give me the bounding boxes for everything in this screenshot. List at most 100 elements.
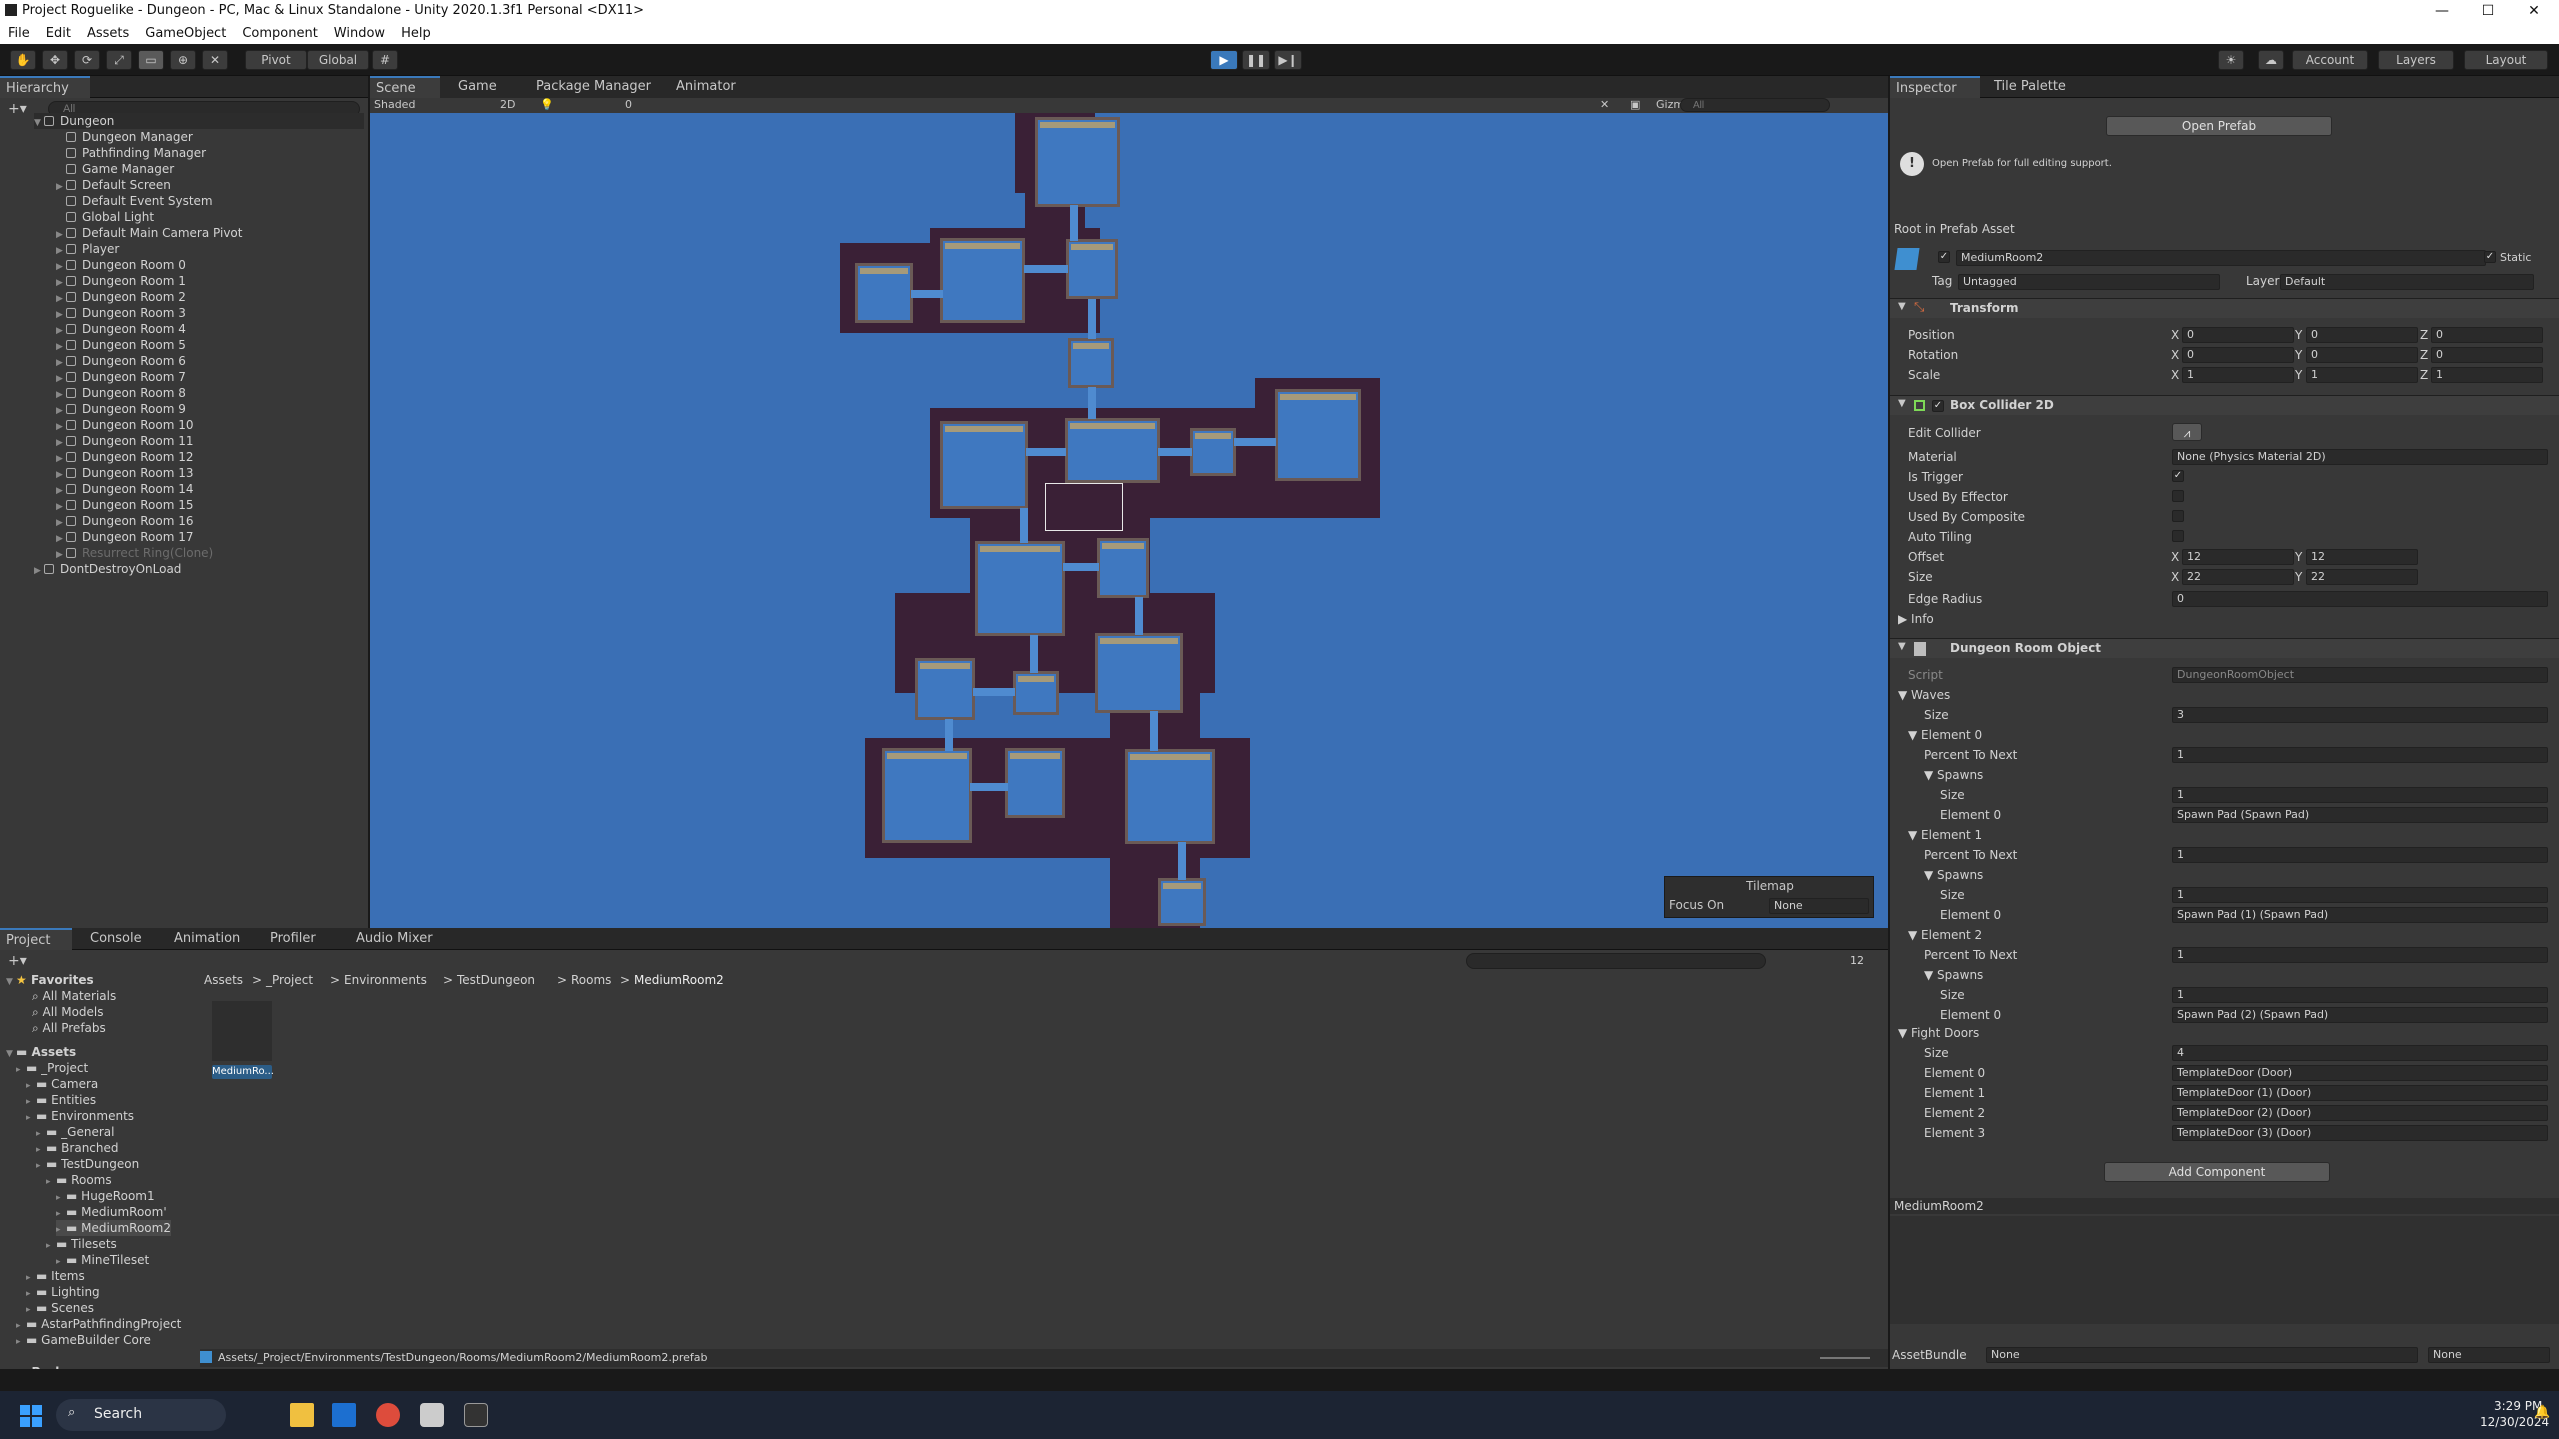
box-collider-header[interactable]: ▼ ✓ Box Collider 2D: [1890, 395, 2559, 415]
windows-start-icon[interactable]: [20, 1405, 42, 1427]
hierarchy-item[interactable]: ▶ Default Main Camera Pivot: [56, 225, 242, 241]
hierarchy-item[interactable]: ▶ Dungeon Room 0: [56, 257, 186, 273]
scene-root-dontdestroy[interactable]: ▶ DontDestroyOnLoad: [34, 561, 181, 577]
collab-icon[interactable]: ☀: [2218, 50, 2244, 70]
hierarchy-item[interactable]: ▶ Dungeon Room 15: [56, 497, 193, 513]
project-folder[interactable]: ▸ ▬ MineTileset: [56, 1252, 149, 1268]
scene-root-dungeon[interactable]: ▼ Dungeon: [34, 113, 364, 129]
tab-animation[interactable]: Animation: [168, 928, 246, 950]
menu-gameobject[interactable]: GameObject: [145, 26, 226, 41]
project-folder[interactable]: ▸ ▬ Branched: [36, 1140, 119, 1156]
add-component-button[interactable]: Add Component: [2104, 1162, 2330, 1182]
assetbundle-dropdown[interactable]: None: [1986, 1347, 2418, 1363]
move-tool-icon[interactable]: ✥: [42, 50, 68, 70]
unity-editor-icon[interactable]: [464, 1403, 488, 1427]
spawns-size-field[interactable]: 1: [2172, 787, 2548, 803]
dungeon-room-object-header[interactable]: ▼ Dungeon Room Object: [1890, 638, 2559, 658]
menu-component[interactable]: Component: [242, 26, 317, 41]
hierarchy-item[interactable]: ▶ Dungeon Room 9: [56, 401, 186, 417]
hierarchy-item[interactable]: ▶ Dungeon Room 3: [56, 305, 186, 321]
hierarchy-item[interactable]: ▶ Dungeon Room 17: [56, 529, 193, 545]
edit-collider-button[interactable]: ⩘: [2172, 423, 2202, 441]
asset-label[interactable]: MediumRo...: [212, 1065, 274, 1079]
scale-z-field[interactable]: 1: [2431, 367, 2543, 383]
hierarchy-item[interactable]: ▶ Dungeon Room 10: [56, 417, 193, 433]
scale-y-field[interactable]: 1: [2306, 367, 2418, 383]
crumb-rooms[interactable]: Rooms: [571, 973, 611, 987]
hierarchy-item[interactable]: ▶ Resurrect Ring(Clone): [56, 545, 213, 561]
door-element-field[interactable]: TemplateDoor (1) (Door): [2172, 1085, 2548, 1101]
menu-window[interactable]: Window: [334, 26, 385, 41]
project-folder[interactable]: ▸ ▬ Scenes: [26, 1300, 94, 1316]
crumb-project[interactable]: _Project: [266, 973, 313, 987]
spawns-size-field[interactable]: 1: [2172, 887, 2548, 903]
used-by-effector-checkbox[interactable]: [2172, 490, 2184, 502]
project-folder[interactable]: ▸ ▬ TestDungeon: [36, 1156, 139, 1172]
size-x-field[interactable]: 22: [2182, 569, 2294, 585]
account-dropdown[interactable]: Account: [2292, 50, 2368, 70]
add-icon[interactable]: +▾: [8, 101, 27, 117]
project-folder[interactable]: ▸ ▬ MediumRoom2: [56, 1220, 171, 1236]
hierarchy-item[interactable]: ▶ Dungeon Room 11: [56, 433, 193, 449]
auto-tiling-checkbox[interactable]: [2172, 530, 2184, 542]
spawn-element-field[interactable]: Spawn Pad (1) (Spawn Pad): [2172, 907, 2548, 923]
unity-hub-icon[interactable]: [420, 1403, 444, 1427]
tab-tile-palette[interactable]: Tile Palette: [1988, 76, 2072, 98]
assets-root[interactable]: ▼ ▬ Assets: [6, 1044, 76, 1060]
door-element-field[interactable]: TemplateDoor (Door): [2172, 1065, 2548, 1081]
tab-console[interactable]: Console: [84, 928, 148, 950]
hierarchy-item[interactable]: Global Light: [56, 209, 154, 225]
crumb-mediumroom2[interactable]: MediumRoom2: [634, 973, 724, 987]
tab-profiler[interactable]: Profiler: [264, 928, 322, 950]
object-name-field[interactable]: MediumRoom2: [1956, 250, 2486, 266]
hand-tool-icon[interactable]: ✋: [10, 50, 36, 70]
project-folder[interactable]: ▸ ▬ Rooms: [46, 1172, 112, 1188]
used-by-composite-checkbox[interactable]: [2172, 510, 2184, 522]
layer-dropdown[interactable]: Default: [2280, 274, 2534, 290]
tab-package-manager[interactable]: Package Manager: [530, 76, 657, 98]
offset-x-field[interactable]: 12: [2182, 549, 2294, 565]
favorites-header[interactable]: ▼ ★ Favorites: [6, 972, 94, 988]
pause-button[interactable]: ❚❚: [1242, 50, 1270, 70]
camera-icon[interactable]: ▣: [1630, 98, 1640, 111]
fight-doors-foldout[interactable]: ▼ Fight Doors: [1898, 1026, 1979, 1040]
tab-game[interactable]: Game: [452, 76, 503, 98]
close-button[interactable]: ✕: [2511, 0, 2557, 22]
edge-radius-field[interactable]: 0: [2172, 591, 2548, 607]
selection-rect[interactable]: [1045, 483, 1123, 531]
tab-animator[interactable]: Animator: [670, 76, 742, 98]
percent-to-next-field[interactable]: 1: [2172, 947, 2548, 963]
material-field[interactable]: None (Physics Material 2D): [2172, 449, 2548, 465]
info-foldout[interactable]: ▶ Info: [1898, 612, 1934, 626]
focus-on-dropdown[interactable]: None: [1769, 898, 1869, 914]
custom-tool-icon[interactable]: ✕: [202, 50, 228, 70]
project-folder[interactable]: ▸ ▬ Entities: [26, 1092, 96, 1108]
hierarchy-item[interactable]: ▶ Dungeon Room 6: [56, 353, 186, 369]
rect-tool-icon[interactable]: ▭: [138, 50, 164, 70]
menu-assets[interactable]: Assets: [87, 26, 129, 41]
chrome-icon[interactable]: [376, 1403, 400, 1427]
fav-all-prefabs[interactable]: ⌕ All Prefabs: [32, 1020, 106, 1036]
door-element-field[interactable]: TemplateDoor (2) (Door): [2172, 1105, 2548, 1121]
is-trigger-checkbox[interactable]: ✓: [2172, 470, 2184, 482]
door-element-field[interactable]: TemplateDoor (3) (Door): [2172, 1125, 2548, 1141]
maximize-button[interactable]: ☐: [2465, 0, 2511, 22]
spawns-foldout-label[interactable]: ▼ Spawns: [1924, 868, 1983, 882]
shading-dropdown[interactable]: Shaded: [374, 98, 415, 111]
open-prefab-button[interactable]: Open Prefab: [2106, 116, 2332, 136]
assetbundle-variant-dropdown[interactable]: None: [2428, 1347, 2550, 1363]
project-folder[interactable]: ▸ ▬ Lighting: [26, 1284, 100, 1300]
project-search-input[interactable]: [1466, 953, 1766, 969]
active-checkbox[interactable]: ✓: [1938, 251, 1950, 263]
static-checkbox[interactable]: ✓: [2484, 251, 2496, 263]
project-folder[interactable]: ▸ ▬ AstarPathfindingProject: [16, 1316, 181, 1332]
light-icon[interactable]: 💡: [540, 98, 554, 111]
hierarchy-item[interactable]: Dungeon Manager: [56, 129, 193, 145]
crumb-environments[interactable]: Environments: [344, 973, 427, 987]
create-icon[interactable]: +▾: [8, 953, 27, 969]
minimize-button[interactable]: —: [2419, 0, 2465, 22]
project-folder[interactable]: ▸ ▬ Items: [26, 1268, 85, 1284]
spawn-element-field[interactable]: Spawn Pad (2) (Spawn Pad): [2172, 1007, 2548, 1023]
tab-scene[interactable]: Scene: [370, 76, 440, 98]
position-z-field[interactable]: 0: [2431, 327, 2543, 343]
